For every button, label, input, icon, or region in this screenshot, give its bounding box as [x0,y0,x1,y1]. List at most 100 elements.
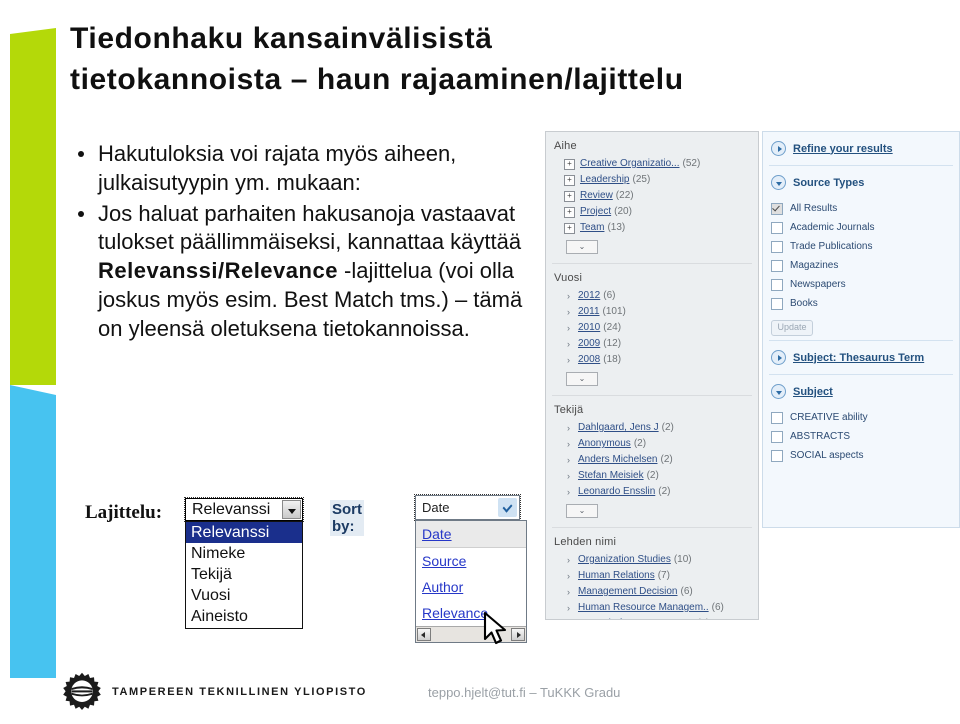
facet-item-label[interactable]: Team [580,221,604,235]
chevron-right-icon[interactable]: › [564,321,573,335]
facet-item-label[interactable]: Review [580,189,613,203]
checkbox-academic-journals[interactable] [771,221,783,234]
source-type-row[interactable]: Academic Journals [763,218,959,237]
source-type-row[interactable]: Magazines [763,256,959,275]
checkbox-trade-publications[interactable] [771,240,783,253]
subject-row[interactable]: SOCIAL aspects [763,446,959,465]
chevron-right-icon[interactable]: › [564,453,573,467]
facet-item[interactable]: + Creative Organizatio... (52) [546,156,758,172]
chevron-right-icon[interactable]: › [564,601,573,615]
triangle-right-icon[interactable] [771,350,786,365]
lajittelu-select[interactable]: Relevanssi [184,497,304,522]
sort-by-option[interactable]: Date [416,521,526,548]
chevron-right-icon[interactable]: › [564,305,573,319]
facet-item-label[interactable]: Journal of Management ... [578,617,694,619]
subject-header[interactable]: Subject [763,375,959,408]
facet-item-label[interactable]: Management Decision [578,585,678,599]
triangle-down-icon[interactable] [771,175,786,190]
sort-by-option[interactable]: Source [416,548,526,574]
checkbox-social-aspects[interactable] [771,449,783,462]
facet-item-label[interactable]: Dahlgaard, Jens J [578,421,659,435]
facet-item[interactable]: › Human Resource Managem.. (6) [546,600,758,616]
subject-row[interactable]: CREATIVE ability [763,408,959,427]
chevron-right-icon[interactable]: › [564,585,573,599]
facet-item-label[interactable]: Human Resource Managem.. [578,601,709,615]
facet-item-label[interactable]: Stefan Meisiek [578,469,644,483]
lajittelu-option[interactable]: Nimeke [186,543,302,564]
facet-item-label[interactable]: 2010 [578,321,600,335]
facet-item-label[interactable]: Anders Michelsen [578,453,657,467]
chevron-right-icon[interactable]: › [564,289,573,303]
facet-item[interactable]: › 2011 (101) [546,304,758,320]
source-type-row[interactable]: All Results [763,199,959,218]
lajittelu-option[interactable]: Tekijä [186,564,302,585]
facet-item-label[interactable]: 2011 [578,305,600,319]
chevron-down-icon[interactable] [498,498,517,517]
expand-plus-icon[interactable]: + [564,206,575,218]
facet-item[interactable]: › Organization Studies (10) [546,552,758,568]
chevron-right-icon[interactable]: › [564,553,573,567]
facet-item[interactable]: › Dahlgaard, Jens J (2) [546,420,758,436]
lajittelu-option-list[interactable]: Relevanssi Nimeke Tekijä Vuosi Aineisto [185,521,303,629]
checkbox-abstracts[interactable] [771,430,783,443]
expand-plus-icon[interactable]: + [564,174,575,186]
show-more-chevron-icon[interactable]: ⌄ [566,240,598,254]
source-types-header[interactable]: Source Types [763,166,959,199]
chevron-right-icon[interactable]: › [564,437,573,451]
chevron-right-icon[interactable]: › [564,469,573,483]
facet-item[interactable]: + Project (20) [546,204,758,220]
expand-plus-icon[interactable]: + [564,222,575,234]
chevron-right-icon[interactable]: › [564,617,573,619]
subject-row[interactable]: ABSTRACTS [763,427,959,446]
facet-item[interactable]: › Anders Michelsen (2) [546,452,758,468]
lajittelu-option[interactable]: Relevanssi [186,522,302,543]
facet-item[interactable]: › Leonardo Ensslin (2) [546,484,758,500]
facet-item[interactable]: + Review (22) [546,188,758,204]
chevron-right-icon[interactable]: › [564,569,573,583]
sort-by-option[interactable]: Author [416,574,526,600]
checkbox-creative-ability[interactable] [771,411,783,424]
facet-item[interactable]: › 2012 (6) [546,288,758,304]
sort-by-option-list[interactable]: Date Source Author Relevance [415,520,527,643]
lajittelu-option[interactable]: Aineisto [186,606,302,627]
source-type-row[interactable]: Books [763,294,959,313]
checkbox-magazines[interactable] [771,259,783,272]
scroll-left-arrow-icon[interactable] [417,628,431,641]
facet-item[interactable]: › Anonymous (2) [546,436,758,452]
update-button[interactable]: Update [771,320,813,336]
scroll-right-arrow-icon[interactable] [511,628,525,641]
sort-by-option[interactable]: Relevance [416,600,526,626]
expand-plus-icon[interactable]: + [564,190,575,202]
facet-item-label[interactable]: Creative Organizatio... [580,157,680,171]
chevron-right-icon[interactable]: › [564,485,573,499]
facet-item[interactable]: › 2008 (18) [546,352,758,368]
facet-item[interactable]: › 2009 (12) [546,336,758,352]
show-more-chevron-icon[interactable]: ⌄ [566,504,598,518]
facet-item[interactable]: › Stefan Meisiek (2) [546,468,758,484]
facet-item-label[interactable]: 2012 [578,289,600,303]
expand-plus-icon[interactable]: + [564,158,575,170]
facet-item-label[interactable]: Project [580,205,611,219]
facet-item-label[interactable]: Leonardo Ensslin [578,485,655,499]
facet-item-label[interactable]: Leadership [580,173,629,187]
horizontal-scrollbar[interactable] [416,626,526,642]
lajittelu-option[interactable]: Vuosi [186,585,302,606]
facet-item[interactable]: › Management Decision (6) [546,584,758,600]
facet-item-label[interactable]: Anonymous [578,437,631,451]
chevron-right-icon[interactable]: › [564,421,573,435]
facet-item-label[interactable]: Human Relations [578,569,655,583]
facet-item[interactable]: + Team (13) [546,220,758,236]
checkbox-newspapers[interactable] [771,278,783,291]
thesaurus-term-header[interactable]: Subject: Thesaurus Term [763,341,959,374]
chevron-right-icon[interactable]: › [564,337,573,351]
checkbox-books[interactable] [771,297,783,310]
show-more-chevron-icon[interactable]: ⌄ [566,372,598,386]
facet-item-label[interactable]: 2009 [578,337,600,351]
facet-item[interactable]: › Journal of Management ... (4) [546,616,758,619]
triangle-right-icon[interactable] [771,141,786,156]
source-type-row[interactable]: Newspapers [763,275,959,294]
facet-item[interactable]: + Leadership (25) [546,172,758,188]
triangle-down-icon[interactable] [771,384,786,399]
source-type-row[interactable]: Trade Publications [763,237,959,256]
chevron-right-icon[interactable]: › [564,353,573,367]
